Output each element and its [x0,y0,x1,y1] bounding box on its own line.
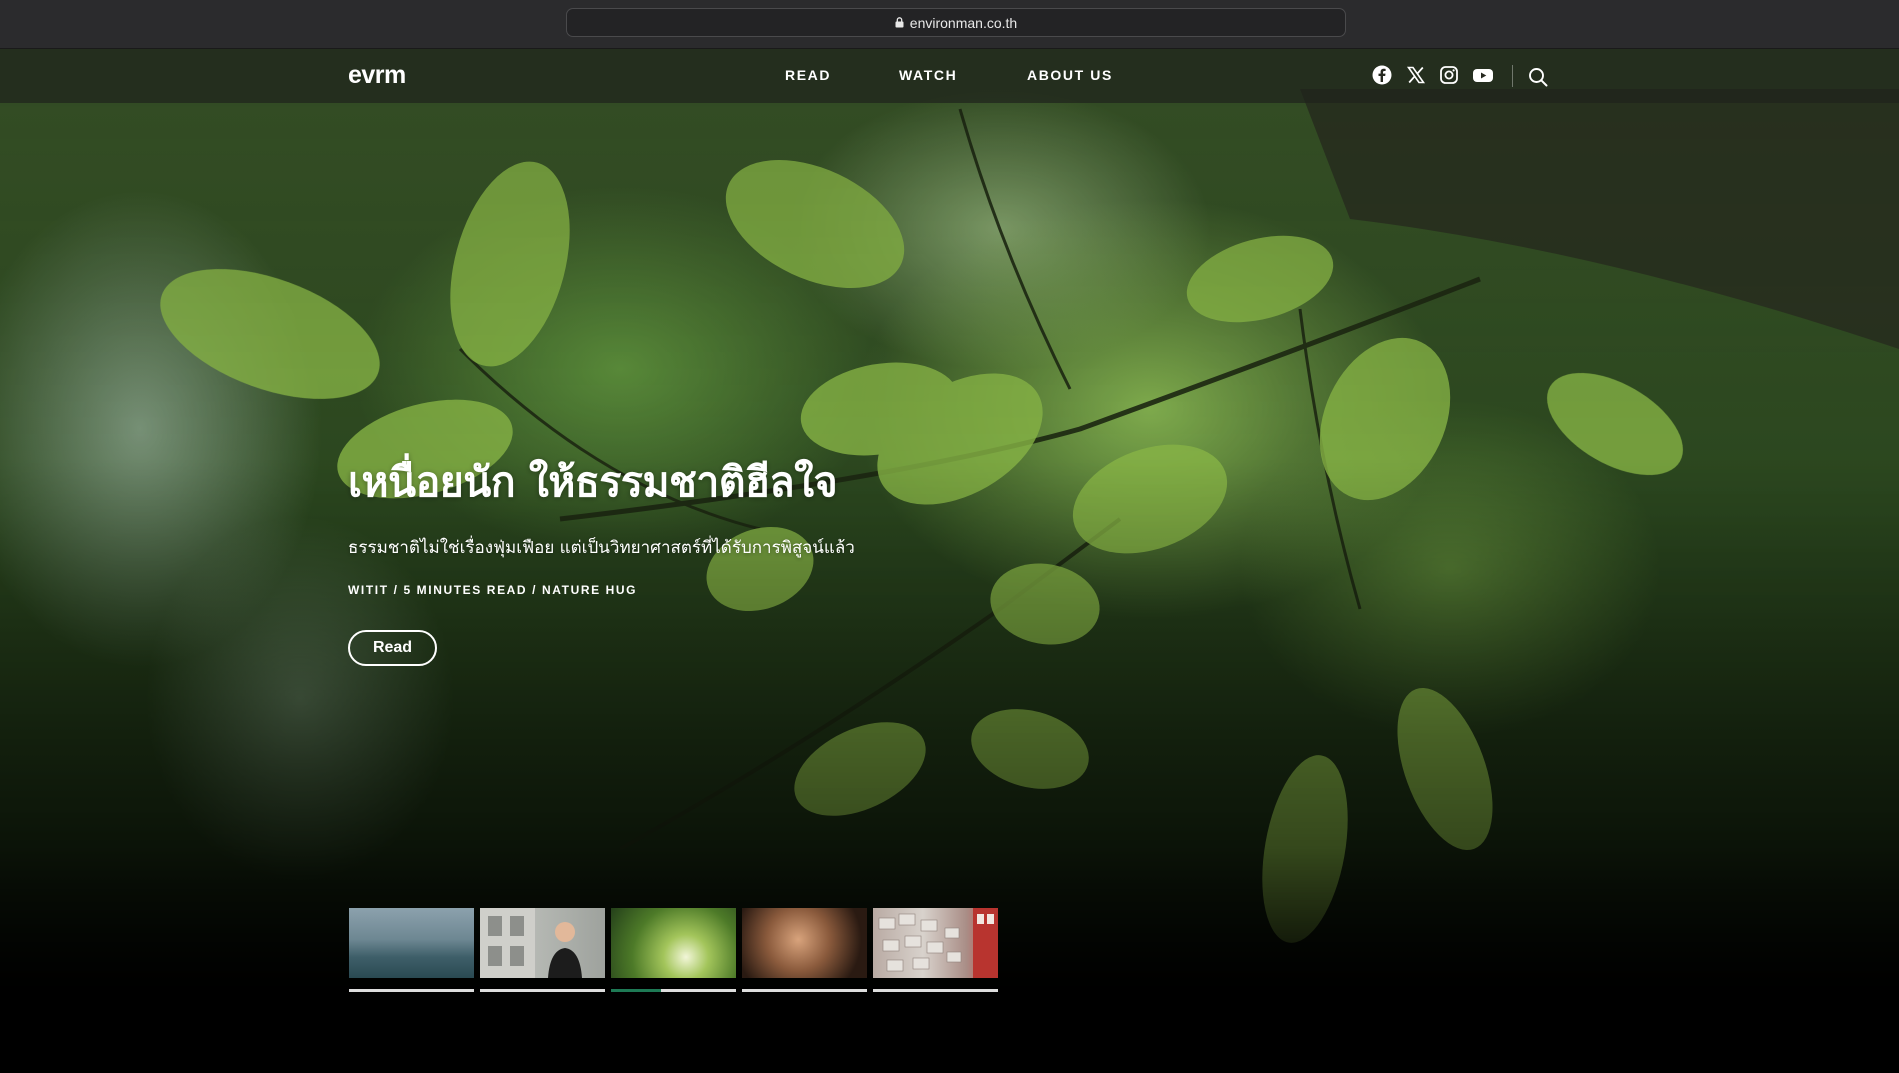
url-text: environman.co.th [909,14,1018,31]
instagram-icon[interactable] [1439,65,1461,87]
hero-title: เหนื่อยนัก ให้ธรรมชาติฮีลใจ [348,458,838,506]
green-canopy-image [611,908,736,978]
slide-thumbnail[interactable] [480,908,605,992]
slide-progress-track [873,989,998,992]
slide-progress-track [611,989,736,992]
read-button[interactable]: Read [348,630,437,666]
slide-thumbnail[interactable] [742,908,867,992]
hero-subtitle: ธรรมชาติไม่ใช่เรื่องฟุ่มเฟือย แต่เป็นวิท… [348,538,855,558]
slide-progress-fill [611,989,661,992]
x-icon[interactable] [1406,65,1428,87]
nav-link-about-us[interactable]: ABOUT US [1027,67,1113,83]
facebook-icon[interactable] [1372,65,1394,87]
air-conditioner-wall-image [873,908,998,978]
slide-thumbnail-active[interactable] [611,908,736,992]
slide-thumbnail[interactable] [873,908,998,992]
article-meta: WITIT / 5 MINUTES READ / NATURE HUG [348,583,638,597]
nav-link-read[interactable]: READ [785,67,831,83]
site-logo[interactable]: evrm [348,61,406,90]
slide-thumbnail[interactable] [349,908,474,992]
slide-progress-track [742,989,867,992]
family-hug-image [742,908,867,978]
slide-progress-track [349,989,474,992]
site-header: evrm READ WATCH ABOUT US [0,49,1899,103]
nav-divider [1512,65,1513,87]
misty-forest-image [349,908,474,978]
lock-icon [895,17,904,28]
search-icon[interactable] [1527,66,1549,88]
woman-portrait-image [480,908,605,978]
youtube-icon[interactable] [1472,65,1494,87]
slide-thumbnails [349,908,999,993]
nav-link-watch[interactable]: WATCH [899,67,957,83]
address-bar[interactable]: environman.co.th [566,8,1346,37]
slide-progress-track [480,989,605,992]
browser-toolbar: environman.co.th [0,0,1899,49]
